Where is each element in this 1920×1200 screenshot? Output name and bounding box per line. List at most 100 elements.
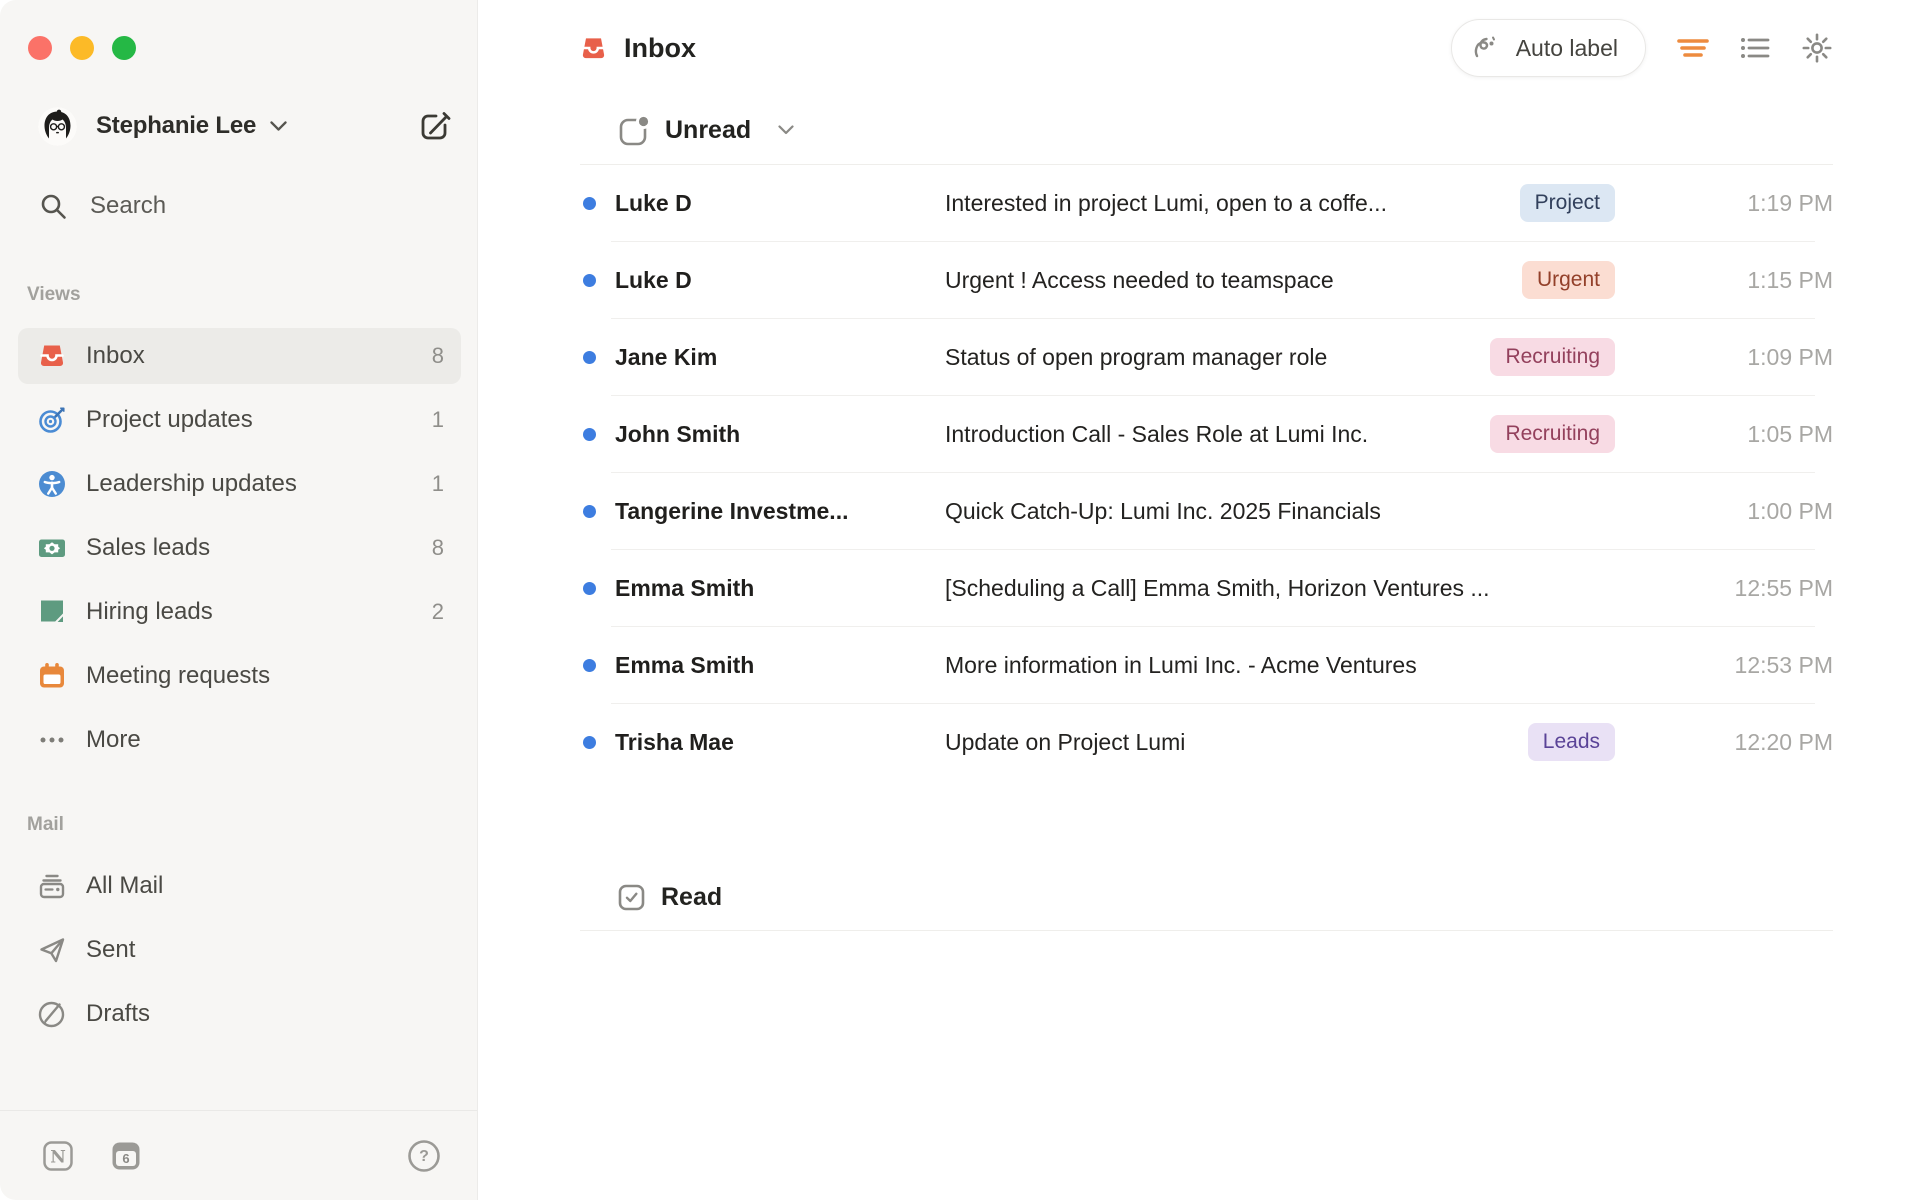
- target-icon: [38, 406, 66, 434]
- email-tag: Recruiting: [1490, 338, 1615, 376]
- read-checkbox-icon: [617, 883, 646, 912]
- money-icon: [38, 534, 66, 562]
- unread-dot: [583, 659, 596, 672]
- email-time: 12:20 PM: [1703, 729, 1833, 756]
- email-tag: Recruiting: [1490, 415, 1615, 453]
- sidebar-item-project-updates[interactable]: Project updates 1: [18, 392, 461, 448]
- list-icon: [1740, 34, 1770, 62]
- sidebar-item-hiring-leads[interactable]: Hiring leads 2: [18, 584, 461, 640]
- email-sender: Luke D: [615, 190, 945, 217]
- auto-label-button[interactable]: Auto label: [1451, 19, 1646, 77]
- sidebar-item-drafts[interactable]: Drafts: [18, 986, 461, 1042]
- unread-dot: [583, 428, 596, 441]
- sidebar-item-more[interactable]: More: [18, 712, 461, 768]
- email-row[interactable]: Trisha Mae Update on Project Lumi Leads …: [580, 704, 1833, 780]
- email-sender: Jane Kim: [615, 344, 945, 371]
- calendar-app-button[interactable]: 6: [110, 1140, 142, 1172]
- sidebar-item-label: All Mail: [86, 872, 163, 900]
- filter-button[interactable]: [1677, 34, 1709, 62]
- more-icon: [38, 726, 66, 754]
- chevron-down-icon: [778, 125, 794, 135]
- email-subject: More information in Lumi Inc. - Acme Ven…: [945, 652, 1703, 679]
- email-tag: Leads: [1528, 723, 1615, 761]
- email-row[interactable]: Emma Smith More information in Lumi Inc.…: [580, 627, 1833, 703]
- unread-dot: [583, 736, 596, 749]
- email-row[interactable]: Luke D Urgent ! Access needed to teamspa…: [580, 242, 1833, 318]
- email-row[interactable]: Tangerine Investme... Quick Catch-Up: Lu…: [580, 473, 1833, 549]
- sidebar-item-all-mail[interactable]: All Mail: [18, 858, 461, 914]
- email-row[interactable]: Emma Smith [Scheduling a Call] Emma Smit…: [580, 550, 1833, 626]
- list-view-button[interactable]: [1740, 34, 1770, 62]
- email-subject: Urgent ! Access needed to teamspace: [945, 267, 1522, 294]
- group-title: Read: [661, 883, 722, 912]
- email-row[interactable]: Luke D Interested in project Lumi, open …: [580, 165, 1833, 241]
- mail-nav: All Mail Sent: [18, 858, 461, 1050]
- sidebar-footer: N 6: [0, 1110, 477, 1200]
- sidebar-item-sales-leads[interactable]: Sales leads 8: [18, 520, 461, 576]
- email-tag: Urgent: [1522, 261, 1615, 299]
- sidebar-item-sent[interactable]: Sent: [18, 922, 461, 978]
- accessibility-icon: [38, 470, 66, 498]
- sidebar-item-meeting-requests[interactable]: Meeting requests: [18, 648, 461, 704]
- help-button[interactable]: ?: [407, 1139, 441, 1173]
- search-input[interactable]: Search: [40, 190, 455, 222]
- traffic-lights: [0, 0, 477, 60]
- divider: [580, 930, 1833, 931]
- email-sender: Emma Smith: [615, 652, 945, 679]
- unread-dot: [583, 197, 596, 210]
- calendar-app-icon: 6: [110, 1140, 142, 1172]
- sidebar-item-count: 8: [432, 535, 444, 561]
- sidebar-item-inbox[interactable]: Inbox 8: [18, 328, 461, 384]
- compose-button[interactable]: [415, 106, 455, 146]
- inbox-icon: [580, 35, 607, 62]
- email-row[interactable]: John Smith Introduction Call - Sales Rol…: [580, 396, 1833, 472]
- filter-icon: [1677, 34, 1709, 62]
- page-title: Inbox: [624, 33, 696, 64]
- email-subject: Status of open program manager role: [945, 344, 1490, 371]
- email-time: 1:09 PM: [1703, 344, 1833, 371]
- sidebar-item-count: 8: [432, 343, 444, 369]
- sidebar-item-label: Meeting requests: [86, 662, 270, 690]
- email-time: 1:00 PM: [1703, 498, 1833, 525]
- notion-app-button[interactable]: N: [42, 1140, 74, 1172]
- zoom-window-button[interactable]: [112, 36, 136, 60]
- sidebar-item-count: 1: [432, 471, 444, 497]
- unread-icon: [617, 114, 650, 147]
- settings-button[interactable]: [1801, 32, 1833, 64]
- email-subject: Introduction Call - Sales Role at Lumi I…: [945, 421, 1490, 448]
- email-time: 1:19 PM: [1703, 190, 1833, 217]
- sidebar-item-label: Sales leads: [86, 534, 210, 562]
- email-sender: Luke D: [615, 267, 945, 294]
- views-nav: Inbox 8 Project updates 1: [18, 328, 461, 776]
- auto-label-icon: [1473, 34, 1503, 62]
- main-panel: Inbox Auto label: [478, 0, 1920, 1200]
- mail-section-label: Mail: [27, 814, 477, 836]
- close-window-button[interactable]: [28, 36, 52, 60]
- main-header: Inbox Auto label: [580, 0, 1833, 96]
- calendar-icon: [38, 662, 66, 690]
- email-sender: Trisha Mae: [615, 729, 945, 756]
- auto-label-text: Auto label: [1516, 35, 1618, 62]
- email-row[interactable]: Jane Kim Status of open program manager …: [580, 319, 1833, 395]
- email-subject: Quick Catch-Up: Lumi Inc. 2025 Financial…: [945, 498, 1703, 525]
- minimize-window-button[interactable]: [70, 36, 94, 60]
- sidebar-item-label: Project updates: [86, 406, 253, 434]
- avatar: [38, 107, 77, 146]
- sidebar-item-count: 1: [432, 407, 444, 433]
- svg-text:N: N: [50, 1147, 66, 1167]
- read-group-header[interactable]: Read: [580, 864, 1833, 930]
- paper-plane-icon: [38, 936, 66, 964]
- unread-group-header[interactable]: Unread: [580, 96, 1833, 164]
- app-window: Stephanie Lee: [0, 0, 1920, 1200]
- note-icon: [38, 598, 66, 626]
- unread-dot: [583, 505, 596, 518]
- sidebar-item-leadership-updates[interactable]: Leadership updates 1: [18, 456, 461, 512]
- sidebar-item-label: Drafts: [86, 1000, 150, 1028]
- all-mail-icon: [38, 872, 66, 900]
- email-list: Luke D Interested in project Lumi, open …: [580, 165, 1833, 780]
- drafts-icon: [38, 1000, 66, 1028]
- sidebar-item-label: More: [86, 726, 141, 754]
- account-switcher[interactable]: Stephanie Lee: [38, 106, 455, 146]
- notion-logo-icon: N: [42, 1140, 74, 1172]
- search-icon: [40, 193, 67, 220]
